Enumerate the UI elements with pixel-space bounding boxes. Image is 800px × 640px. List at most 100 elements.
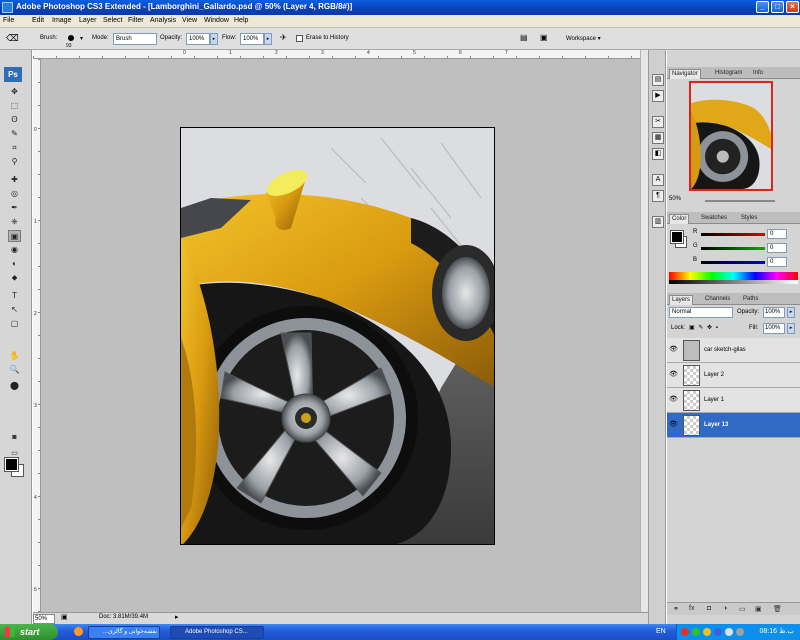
- tab-swatches[interactable]: Swatches: [699, 214, 729, 224]
- brush-tool-icon[interactable]: ◎: [8, 188, 21, 200]
- menu-help[interactable]: Help: [234, 17, 248, 24]
- volume-icon[interactable]: [725, 628, 733, 636]
- path-select-tool-icon[interactable]: ↖: [8, 304, 21, 316]
- chevron-down-icon[interactable]: ▾: [80, 35, 83, 42]
- tab-channels[interactable]: Channels: [703, 295, 732, 305]
- marquee-tool-icon[interactable]: ⬚: [8, 100, 21, 112]
- zoom-tool-icon[interactable]: 🔍: [8, 364, 21, 376]
- tab-histogram[interactable]: Histogram: [713, 69, 744, 79]
- flow-slider-arrow-icon[interactable]: ▸: [264, 33, 272, 45]
- menu-edit[interactable]: Edit: [32, 17, 44, 24]
- quick-select-tool-icon[interactable]: ✎: [8, 128, 21, 140]
- dodge-tool-icon[interactable]: ⬥: [8, 272, 21, 284]
- taskbar-button-photoshop[interactable]: Adobe Photoshop CS...: [170, 626, 264, 639]
- navigator-zoom[interactable]: 50%: [669, 196, 681, 202]
- tray-icon[interactable]: [692, 628, 700, 636]
- tab-styles[interactable]: Styles: [739, 214, 759, 224]
- status-arrow-icon[interactable]: ▸: [175, 613, 179, 621]
- move-tool-icon[interactable]: ✥: [8, 86, 21, 98]
- healing-brush-tool-icon[interactable]: ✚: [8, 174, 21, 186]
- history-brush-tool-icon[interactable]: ⎈: [8, 216, 21, 228]
- menu-file[interactable]: File: [3, 17, 14, 24]
- menu-window[interactable]: Window: [204, 17, 229, 24]
- airbrush-icon[interactable]: ✈: [280, 33, 287, 42]
- fill-arrow-icon[interactable]: ▸: [787, 323, 795, 334]
- eyedropper-tool-icon[interactable]: ⬤: [8, 380, 21, 392]
- menu-filter[interactable]: Filter: [128, 17, 144, 24]
- pen-tool-icon[interactable]: T: [8, 290, 21, 302]
- close-button[interactable]: ×: [786, 1, 799, 13]
- trash-icon[interactable]: 🗑: [773, 605, 782, 613]
- green-value[interactable]: 0: [767, 243, 787, 253]
- add-mask-icon[interactable]: ◘: [707, 605, 711, 612]
- palette-well-icon[interactable]: ▤: [520, 33, 528, 42]
- menu-image[interactable]: Image: [52, 17, 71, 24]
- tray-icon[interactable]: [714, 628, 722, 636]
- vertical-scrollbar[interactable]: [640, 50, 648, 612]
- workspace-menu[interactable]: Workspace ▾: [566, 35, 601, 42]
- erase-to-history-checkbox[interactable]: [296, 35, 303, 42]
- color-fg-swatch[interactable]: [670, 230, 684, 244]
- firefox-icon[interactable]: [74, 627, 83, 636]
- green-slider[interactable]: [701, 247, 765, 250]
- lasso-tool-icon[interactable]: ʘ: [8, 114, 21, 126]
- clone-stamp-tool-icon[interactable]: ✒: [8, 202, 21, 214]
- color-spectrum-bar[interactable]: [669, 272, 798, 284]
- shape-tool-icon[interactable]: ▢: [8, 318, 21, 330]
- adjustment-layer-icon[interactable]: ◑: [723, 605, 727, 612]
- eye-icon[interactable]: 👁: [669, 345, 678, 354]
- start-button[interactable]: start: [0, 624, 58, 640]
- new-group-icon[interactable]: ▭: [739, 605, 746, 613]
- opacity-input[interactable]: 100%: [186, 33, 210, 45]
- screen-mode-icon[interactable]: ▭: [8, 448, 21, 460]
- tab-layers[interactable]: Layers: [669, 295, 694, 305]
- eraser-tool-icon[interactable]: ⌫: [6, 33, 19, 44]
- slice-tool-icon[interactable]: ⚲: [8, 156, 21, 168]
- paragraph-panel-icon[interactable]: ¶: [652, 190, 664, 202]
- blue-slider[interactable]: [701, 261, 765, 264]
- minimize-button[interactable]: _: [756, 1, 769, 13]
- bridge-icon[interactable]: ▣: [540, 33, 548, 42]
- photoshop-logo[interactable]: Ps: [4, 67, 22, 82]
- lock-options-icons[interactable]: ▣ ✎ ✥ ▪: [689, 324, 719, 331]
- tool-presets-icon[interactable]: ✂: [652, 116, 664, 128]
- blur-tool-icon[interactable]: ◐: [8, 258, 21, 270]
- layer-comps-icon[interactable]: ▥: [652, 216, 664, 228]
- language-indicator[interactable]: EN: [656, 628, 666, 635]
- layer-style-icon[interactable]: fx: [689, 605, 694, 612]
- gradient-tool-icon[interactable]: ◉: [8, 244, 21, 256]
- link-layers-icon[interactable]: ⚭: [673, 605, 679, 613]
- tab-color[interactable]: Color: [669, 214, 690, 224]
- character-panel-icon[interactable]: A: [652, 174, 664, 186]
- tab-navigator[interactable]: Navigator: [669, 69, 701, 79]
- eraser-tool-icon[interactable]: ▣: [8, 230, 21, 242]
- opacity-slider-arrow-icon[interactable]: ▸: [210, 33, 218, 45]
- blue-value[interactable]: 0: [767, 257, 787, 267]
- zoom-level-field[interactable]: 50%: [33, 614, 55, 624]
- layer-opacity-input[interactable]: 100%: [763, 307, 785, 318]
- layer-row[interactable]: 👁 Layer 13: [667, 413, 800, 438]
- eye-icon[interactable]: 👁: [669, 395, 678, 404]
- status-menu-icon[interactable]: ▣: [61, 613, 68, 621]
- maximize-button[interactable]: □: [771, 1, 784, 13]
- tray-icon[interactable]: [681, 628, 689, 636]
- eye-icon[interactable]: 👁: [669, 420, 678, 429]
- eye-icon[interactable]: 👁: [669, 370, 678, 379]
- clone-source-icon[interactable]: ◧: [652, 148, 664, 160]
- network-icon[interactable]: [736, 628, 744, 636]
- new-layer-icon[interactable]: ▣: [755, 605, 762, 613]
- history-panel-icon[interactable]: ▤: [652, 74, 664, 86]
- tab-info[interactable]: Info: [751, 69, 765, 79]
- brushes-panel-icon[interactable]: ▦: [652, 132, 664, 144]
- navigator-preview[interactable]: [689, 81, 773, 191]
- menu-view[interactable]: View: [182, 17, 197, 24]
- layer-opacity-arrow-icon[interactable]: ▸: [787, 307, 795, 318]
- actions-panel-icon[interactable]: ▶: [652, 90, 664, 102]
- hand-tool-icon[interactable]: ✋: [8, 350, 21, 362]
- brush-preset-picker[interactable]: [68, 35, 74, 41]
- quick-mask-icon[interactable]: ◙: [8, 432, 21, 444]
- blend-mode-select[interactable]: Normal: [669, 307, 733, 318]
- document-canvas[interactable]: [180, 127, 495, 545]
- layer-row[interactable]: 👁 Layer 2: [667, 363, 800, 388]
- menu-analysis[interactable]: Analysis: [150, 17, 176, 24]
